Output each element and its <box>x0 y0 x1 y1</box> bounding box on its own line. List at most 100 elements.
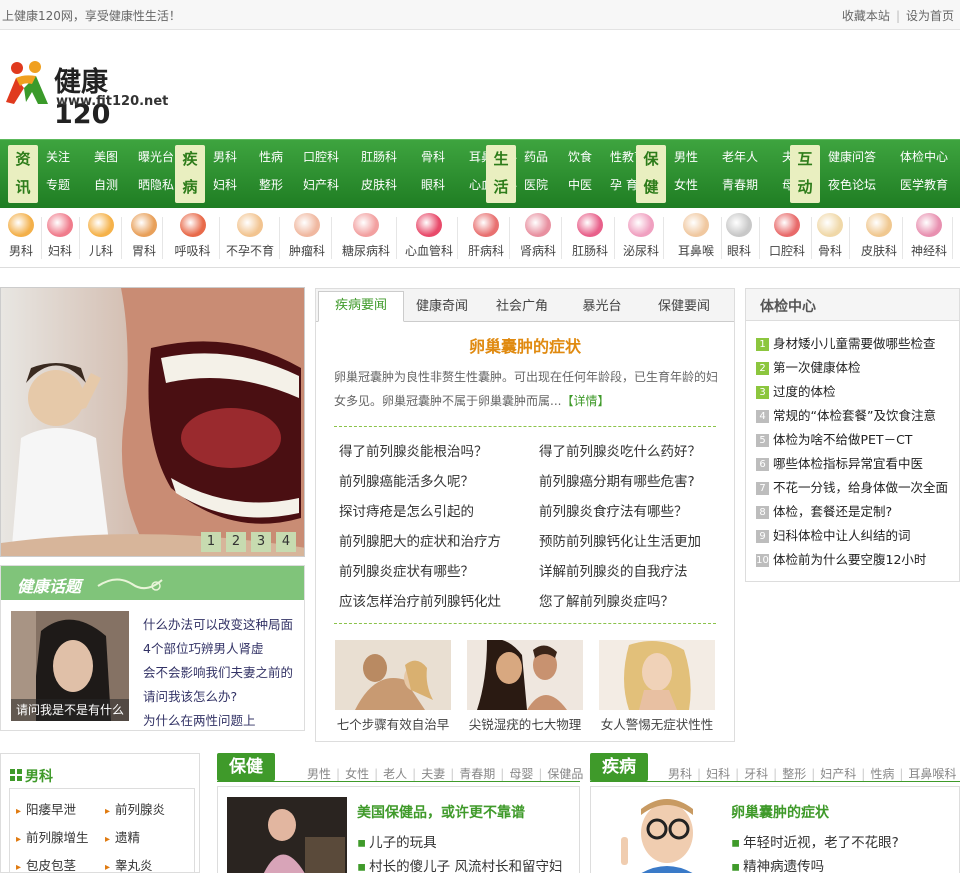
news-link[interactable]: 前列腺癌分期有哪些危害? <box>539 470 695 490</box>
nav-link[interactable]: 女性 <box>674 171 714 199</box>
checkup-item[interactable]: 5 体检为啥不给做PET－CT <box>756 429 960 453</box>
department-6[interactable]: 不孕不育 <box>220 209 280 267</box>
health-topic-item[interactable]: 请问我该怎么办? <box>143 686 303 710</box>
department-14[interactable]: 耳鼻喉 <box>670 209 722 267</box>
nav-link[interactable]: 眼科 <box>421 171 461 199</box>
health-section-link[interactable]: 男性 <box>307 767 331 781</box>
nav-link[interactable]: 口腔科 <box>303 143 353 171</box>
nav-link[interactable]: 药品 <box>524 143 560 171</box>
nav-link[interactable]: 骨科 <box>421 143 461 171</box>
nav-group-tag[interactable]: 保健 <box>636 145 666 203</box>
disease-section-link[interactable]: 男科 <box>668 767 692 781</box>
news-more-link[interactable]: 【详情】 <box>561 394 609 408</box>
department-17[interactable]: 骨科 <box>810 209 850 267</box>
nav-link[interactable]: 青春期 <box>722 171 774 199</box>
disease-section-link[interactable]: 妇产科 <box>820 767 856 781</box>
disease-section-link[interactable]: 整形 <box>782 767 806 781</box>
news-link[interactable]: 您了解前列腺炎症吗？ <box>539 590 674 610</box>
slideshow[interactable]: 1 2 3 4 <box>0 287 305 557</box>
nav-link[interactable]: 男性 <box>674 143 714 171</box>
news-thumb-1[interactable] <box>335 640 451 710</box>
department-11[interactable]: 肾病科 <box>514 209 562 267</box>
health-section-item[interactable]: 儿子的玩具 <box>357 831 437 851</box>
nav-link[interactable]: 妇科 <box>213 171 251 199</box>
nav-link[interactable]: 整形 <box>259 171 295 199</box>
news-thumb-caption[interactable]: 七个步骤有效自治早 <box>333 714 453 733</box>
department-8[interactable]: 糖尿病科 <box>335 209 397 267</box>
checkup-item[interactable]: 3 过度的体检 <box>756 381 960 405</box>
nav-link[interactable]: 皮肤科 <box>361 171 413 199</box>
andrology-item[interactable]: 前列腺增生 <box>16 827 89 846</box>
health-topic-item[interactable]: 会不会影响我们夫妻之前的 <box>143 662 303 686</box>
disease-section-title[interactable]: 卵巢囊肿的症状 <box>731 802 829 822</box>
slide-page-1[interactable]: 1 <box>201 532 221 552</box>
nav-group-tag[interactable]: 疾病 <box>175 145 205 203</box>
nav-link[interactable]: 妇产科 <box>303 171 353 199</box>
disease-section-badge[interactable]: 疾病 <box>590 753 648 781</box>
health-topic-item[interactable]: 为什么在两性问题上 <box>143 710 303 734</box>
nav-link[interactable]: 性病 <box>259 143 295 171</box>
disease-section-image[interactable] <box>605 795 715 873</box>
news-link[interactable]: 探讨痔疮是怎么引起的 <box>339 500 474 520</box>
news-thumb-caption[interactable]: 尖锐湿疣的七大物理 <box>465 714 585 733</box>
disease-section-link[interactable]: 耳鼻喉科 <box>908 767 956 781</box>
andrology-item[interactable]: 睾丸炎 <box>105 855 153 873</box>
tab-health-oddities[interactable]: 健康奇闻 <box>406 295 478 322</box>
department-19[interactable]: 神经科 <box>905 209 953 267</box>
nav-link[interactable]: 老年人 <box>722 143 774 171</box>
disease-section-link[interactable]: 牙科 <box>744 767 768 781</box>
tab-disease-news[interactable]: 疾病要闻 <box>318 291 404 322</box>
nav-link[interactable]: 医学教育 <box>900 171 960 199</box>
department-18[interactable]: 皮肤科 <box>855 209 903 267</box>
health-section-item[interactable]: 村长的傻儿子 风流村长和留守妇 <box>357 855 562 873</box>
andrology-item[interactable]: 遗精 <box>105 827 140 846</box>
news-thumb-caption[interactable]: 女人警惕无症状性性 <box>597 714 717 733</box>
news-link[interactable]: 详解前列腺炎的自我疗法 <box>539 560 688 580</box>
department-12[interactable]: 肛肠科 <box>565 209 615 267</box>
nav-link[interactable]: 健康问答 <box>828 143 892 171</box>
slide-page-4[interactable]: 4 <box>276 532 296 552</box>
health-section-link[interactable]: 女性 <box>345 767 369 781</box>
news-link[interactable]: 预防前列腺钙化让生活更加 <box>539 530 701 550</box>
news-thumb-3[interactable] <box>599 640 715 710</box>
disease-section-item[interactable]: 精神病遗传吗 <box>731 855 824 873</box>
news-thumb-2[interactable] <box>467 640 583 710</box>
tab-exposure[interactable]: 暴光台 <box>566 295 638 322</box>
checkup-item[interactable]: 4 常规的“体检套餐”及饮食注意 <box>756 405 960 429</box>
checkup-item[interactable]: 1 身材矮小儿童需要做哪些检查 <box>756 333 960 357</box>
health-topic-item[interactable]: 4个部位巧辨男人肾虚 <box>143 638 303 662</box>
nav-link[interactable]: 自测 <box>94 171 130 199</box>
slide-page-2[interactable]: 2 <box>226 532 246 552</box>
checkup-item[interactable]: 7 不花一分钱，给身体做一次全面 <box>756 477 960 501</box>
health-section-link[interactable]: 母婴 <box>509 767 533 781</box>
department-5[interactable]: 呼吸科 <box>165 209 220 267</box>
nav-group-tag[interactable]: 资讯 <box>8 145 38 203</box>
andrology-item[interactable]: 前列腺炎 <box>105 799 165 818</box>
department-15[interactable]: 眼科 <box>718 209 760 267</box>
nav-link[interactable]: 关注 <box>46 143 86 171</box>
health-topic-image[interactable]: 请问我是不是有什么 <box>11 611 129 721</box>
nav-link[interactable]: 美图 <box>94 143 130 171</box>
news-link[interactable]: 应该怎样治疗前列腺钙化灶 <box>339 590 501 610</box>
slide-page-3[interactable]: 3 <box>251 532 271 552</box>
department-1[interactable]: 男科 <box>0 209 42 267</box>
department-4[interactable]: 胃科 <box>125 209 163 267</box>
checkup-item[interactable]: 9 妇科体检中让人纠结的词 <box>756 525 960 549</box>
department-9[interactable]: 心血管科 <box>400 209 458 267</box>
news-headline[interactable]: 卵巢囊肿的症状 <box>316 333 734 357</box>
health-section-link[interactable]: 夫妻 <box>421 767 445 781</box>
department-13[interactable]: 泌尿科 <box>618 209 664 267</box>
health-section-title[interactable]: 美国保健品，或许更不靠谱 <box>357 802 525 822</box>
disease-section-link[interactable]: 妇科 <box>706 767 730 781</box>
health-section-link[interactable]: 青春期 <box>459 767 495 781</box>
checkup-item[interactable]: 2 第一次健康体检 <box>756 357 960 381</box>
news-link[interactable]: 得了前列腺炎吃什么药好？ <box>539 440 701 460</box>
health-section-badge[interactable]: 保健 <box>217 753 275 781</box>
news-link[interactable]: 前列腺癌能活多久呢？ <box>339 470 474 490</box>
health-section-link[interactable]: 保健品 <box>547 767 583 781</box>
set-homepage-link[interactable]: 设为首页 <box>906 9 954 23</box>
disease-section-link[interactable]: 性病 <box>870 767 894 781</box>
department-16[interactable]: 口腔科 <box>762 209 812 267</box>
department-7[interactable]: 肿瘤科 <box>282 209 332 267</box>
andrology-item[interactable]: 阳痿早泄 <box>16 799 76 818</box>
